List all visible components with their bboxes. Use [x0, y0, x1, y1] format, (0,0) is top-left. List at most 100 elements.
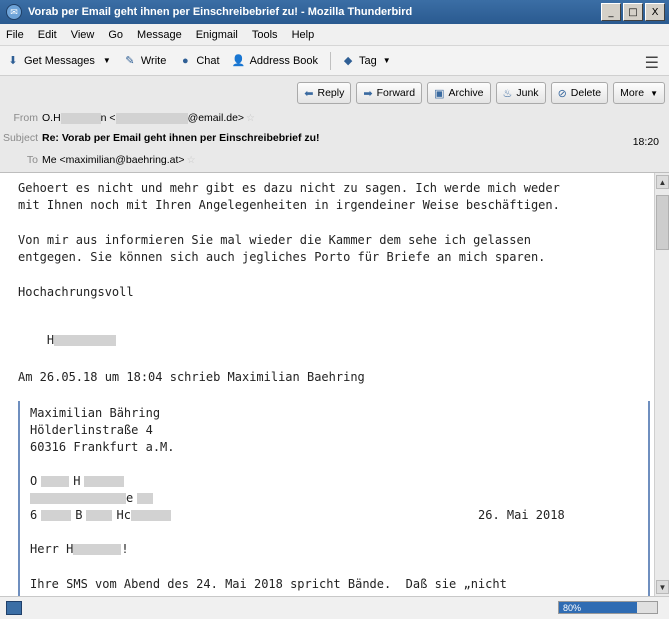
quote-intro: Am 26.05.18 um 18:04 schrieb Maximilian …: [18, 370, 365, 384]
quote-line: Maximilian Bähring: [30, 406, 161, 420]
from-mid[interactable]: n <: [101, 112, 116, 124]
tag-button[interactable]: ◆ Tag ▼: [341, 54, 391, 68]
write-label: Write: [140, 54, 167, 67]
chevron-down-icon[interactable]: ▼: [103, 56, 111, 65]
pencil-icon: ✎: [125, 55, 135, 67]
forward-arrow-icon: ➡: [363, 87, 373, 100]
menu-bar: File Edit View Go Message Enigmail Tools…: [0, 24, 669, 46]
star-icon[interactable]: ☆: [246, 113, 255, 124]
reply-arrow-icon: ⬅: [304, 87, 314, 100]
chat-button[interactable]: ● Chat: [178, 54, 220, 68]
menu-enigmail[interactable]: Enigmail: [196, 29, 238, 41]
junk-button[interactable]: ♨ Junk: [495, 82, 546, 104]
download-icon: ⬇: [8, 55, 18, 67]
quote-text: Hc: [116, 508, 131, 522]
write-button[interactable]: ✎ Write: [123, 54, 166, 68]
quote-recipient-line: 6 B Hc: [30, 508, 171, 522]
menu-view[interactable]: View: [71, 29, 95, 41]
to-recipient[interactable]: Me <maximilian@baehring.at>: [42, 154, 185, 166]
person-icon: 👤: [231, 55, 246, 67]
flame-icon: ♨: [502, 87, 513, 100]
menu-help[interactable]: Help: [292, 29, 315, 41]
body-line: Gehoert es nicht und mehr gibt es dazu n…: [18, 181, 560, 195]
forward-button[interactable]: ➡ Forward: [356, 82, 423, 104]
title-bar: ✉ Vorab per Email geht ihnen per Einschr…: [0, 0, 669, 24]
menu-message[interactable]: Message: [137, 29, 182, 41]
quote-recipient-line: e: [30, 491, 154, 505]
message-body[interactable]: Gehoert es nicht und mehr gibt es dazu n…: [0, 173, 654, 596]
scroll-down-arrow-icon[interactable]: ▼: [656, 580, 669, 594]
message-header: ⬅ Reply ➡ Forward ▣ Archive ♨ Junk ⊘ Del…: [0, 76, 669, 173]
body-line: Von mir aus informieren Sie mal wieder d…: [18, 233, 531, 247]
quote-line: Ihre SMS vom Abend des 24. Mai 2018 spri…: [30, 577, 507, 591]
chat-label: Chat: [196, 54, 220, 67]
archive-button[interactable]: ▣ Archive: [427, 82, 491, 104]
quote-recipient-line: OH: [30, 474, 125, 488]
redacted-block: [86, 510, 113, 521]
body-signature: H: [18, 319, 117, 361]
body-line: mit Ihnen noch mit Ihren Angelegenheiten…: [18, 198, 560, 212]
redacted-block: [115, 112, 188, 124]
to-label: To: [26, 154, 38, 166]
chat-bubble-icon: ●: [181, 54, 189, 67]
more-label: More: [620, 87, 645, 99]
tag-icon: ◆: [343, 55, 353, 67]
body-line: entgegen. Sie können sich auch jegliches…: [18, 250, 546, 264]
main-toolbar: ⬇ Get Messages ▼ ✎ Write ● Chat 👤 Addres…: [0, 46, 669, 76]
archive-label: Archive: [448, 87, 484, 99]
body-closing: Hochachrungsvoll: [18, 285, 134, 299]
quote-salutation: Herr H!: [30, 542, 129, 556]
message-time: 18:20: [632, 136, 659, 148]
window-controls: _ □ X: [601, 3, 665, 21]
toolbar-divider: [330, 51, 332, 70]
redacted-block: [73, 544, 122, 555]
address-book-label: Address Book: [249, 54, 319, 67]
more-button[interactable]: More ▼: [613, 82, 665, 104]
from-prefix[interactable]: O.H: [42, 112, 61, 124]
menu-file[interactable]: File: [6, 29, 24, 41]
subject-text: Re: Vorab per Email geht ihnen per Einsc…: [42, 132, 320, 144]
redacted-block: [137, 493, 154, 504]
close-button[interactable]: X: [645, 3, 665, 21]
reply-button[interactable]: ⬅ Reply: [297, 82, 352, 104]
junk-label: Junk: [516, 87, 539, 99]
scroll-thumb[interactable]: [656, 195, 669, 250]
redacted-block: [54, 335, 117, 346]
quote-text: B: [75, 508, 83, 522]
quote-text: H: [73, 474, 81, 488]
app-menu-icon[interactable]: ☰: [645, 53, 659, 73]
menu-edit[interactable]: Edit: [38, 29, 57, 41]
get-messages-label: Get Messages: [24, 54, 95, 67]
redacted-block: [60, 112, 101, 124]
quoted-message: Maximilian Bähring Hölderlinstraße 4 603…: [18, 401, 650, 596]
delete-label: Delete: [570, 87, 602, 99]
progress-bar: 80%: [558, 601, 658, 614]
from-row: From O.H n < @email.de> ☆: [0, 112, 256, 124]
from-domain[interactable]: @email.de>: [188, 112, 244, 124]
menu-go[interactable]: Go: [108, 29, 123, 41]
subject-label: Subject: [2, 132, 38, 144]
address-book-button[interactable]: 👤 Address Book: [232, 54, 318, 68]
menu-tools[interactable]: Tools: [252, 29, 278, 41]
quote-text: O: [30, 474, 38, 488]
archive-box-icon: ▣: [434, 87, 445, 100]
chevron-down-icon[interactable]: ▼: [383, 56, 391, 65]
forward-label: Forward: [376, 87, 416, 99]
star-icon[interactable]: ☆: [187, 155, 196, 166]
progress-label: 80%: [563, 602, 582, 613]
thunderbird-app-icon: ✉: [6, 4, 22, 20]
chevron-down-icon: ▼: [650, 88, 658, 98]
activity-icon[interactable]: [6, 601, 22, 615]
quote-text: !: [121, 542, 129, 556]
scroll-up-arrow-icon[interactable]: ▲: [656, 175, 669, 189]
quote-text: Herr H: [30, 542, 74, 556]
maximize-button[interactable]: □: [623, 3, 643, 21]
header-actions: ⬅ Reply ➡ Forward ▣ Archive ♨ Junk ⊘ Del…: [297, 82, 665, 104]
from-label: From: [13, 112, 39, 124]
window-title: Vorab per Email geht ihnen per Einschrei…: [28, 6, 413, 18]
minimize-button[interactable]: _: [601, 3, 621, 21]
vertical-scrollbar[interactable]: ▲ ▼: [654, 173, 669, 596]
delete-button[interactable]: ⊘ Delete: [550, 82, 609, 104]
redacted-block: [41, 476, 70, 487]
get-messages-button[interactable]: ⬇ Get Messages ▼: [6, 54, 111, 68]
